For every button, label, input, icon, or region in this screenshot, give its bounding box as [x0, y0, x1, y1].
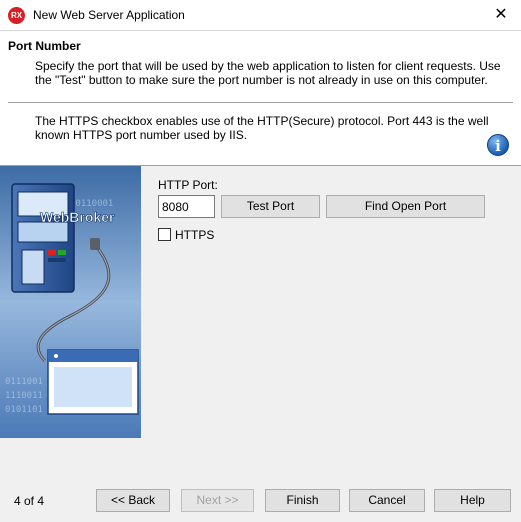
- https-label[interactable]: HTTPS: [175, 228, 214, 242]
- page-counter: 4 of 4: [14, 494, 45, 508]
- window-title: New Web Server Application: [33, 8, 185, 22]
- title-bar: RX New Web Server Application ✕: [0, 0, 521, 31]
- http-port-input[interactable]: [158, 195, 215, 218]
- header-divider: [8, 102, 513, 104]
- back-button[interactable]: << Back: [96, 489, 170, 512]
- webbroker-illustration: 10110001 0111001 1110011 0101101 WebBrok…: [0, 166, 141, 438]
- find-open-port-button[interactable]: Find Open Port: [326, 195, 485, 218]
- help-button[interactable]: Help: [434, 489, 511, 512]
- https-description: The HTTPS checkbox enables use of the HT…: [35, 114, 489, 142]
- app-icon: RX: [8, 7, 25, 24]
- binary-text: 0111001: [5, 377, 43, 387]
- close-button[interactable]: ✕: [487, 4, 515, 26]
- next-button: Next >>: [181, 489, 254, 512]
- https-checkbox[interactable]: [158, 228, 171, 241]
- binary-text: 1110011: [5, 391, 43, 401]
- webbroker-label: WebBroker: [40, 209, 115, 225]
- cancel-button[interactable]: Cancel: [349, 489, 425, 512]
- wizard-header: Port Number Specify the port that will b…: [0, 31, 521, 166]
- http-port-label: HTTP Port:: [158, 178, 218, 192]
- binary-text: 10110001: [70, 199, 113, 209]
- page-heading: Port Number: [8, 39, 81, 53]
- test-port-button[interactable]: Test Port: [221, 195, 320, 218]
- finish-button[interactable]: Finish: [265, 489, 340, 512]
- binary-text: 0101101: [5, 405, 43, 415]
- port-description: Specify the port that will be used by th…: [35, 59, 501, 87]
- info-icon: i: [487, 134, 509, 156]
